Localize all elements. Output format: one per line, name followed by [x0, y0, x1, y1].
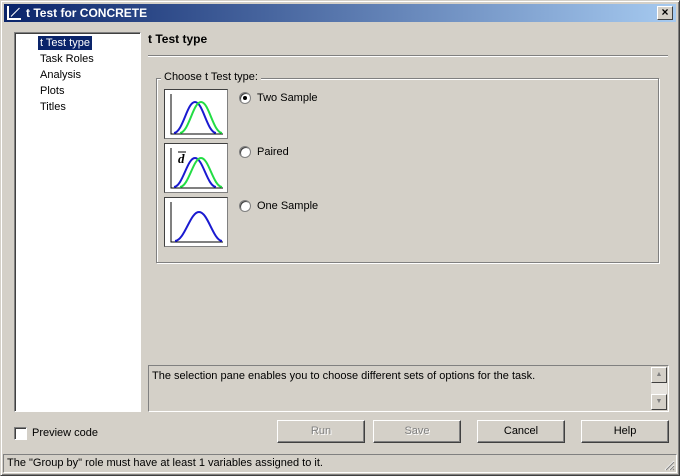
description-scrollbar[interactable]: ▲ ▼ — [651, 367, 667, 410]
scroll-down-arrow-icon[interactable]: ▼ — [651, 394, 667, 410]
two-sample-radio[interactable] — [239, 92, 251, 104]
help-button[interactable]: Help — [581, 420, 669, 443]
two-sample-label: Two Sample — [257, 92, 318, 104]
run-button[interactable]: Run — [277, 420, 365, 443]
section-divider — [148, 55, 668, 57]
preview-code-checkbox[interactable] — [14, 427, 27, 440]
nav-item-task-roles[interactable]: Task Roles — [38, 52, 96, 66]
test-type-groupbox — [156, 78, 659, 263]
nav-item-titles[interactable]: Titles — [38, 100, 68, 114]
paired-label: Paired — [257, 146, 289, 158]
resize-grip-icon[interactable] — [663, 459, 675, 471]
description-text: The selection pane enables you to choose… — [152, 370, 536, 382]
preview-code-label: Preview code — [32, 427, 99, 439]
save-button[interactable]: Save — [373, 420, 461, 443]
two-sample-distribution-icon[interactable] — [164, 89, 228, 139]
paired-distribution-icon[interactable]: d — [164, 143, 228, 193]
window-title: t Test for CONCRETE — [26, 6, 148, 20]
one-sample-radio[interactable] — [239, 200, 251, 212]
nav-item-plots[interactable]: Plots — [38, 84, 66, 98]
nav-item-analysis[interactable]: Analysis — [38, 68, 83, 82]
section-title: t Test type — [148, 32, 208, 46]
task-nav-pane: t Test type Task Roles Analysis Plots Ti… — [14, 32, 141, 412]
dialog-window: t Test for CONCRETE × t Test type Task R… — [0, 0, 680, 476]
description-pane[interactable]: The selection pane enables you to choose… — [148, 365, 669, 412]
scroll-up-arrow-icon[interactable]: ▲ — [651, 367, 667, 383]
one-sample-distribution-icon[interactable] — [164, 197, 228, 247]
paired-radio[interactable] — [239, 146, 251, 158]
one-sample-label: One Sample — [257, 200, 319, 212]
cancel-button[interactable]: Cancel — [477, 420, 565, 443]
group-label: Choose t Test type: — [161, 71, 261, 83]
title-bar[interactable]: t Test for CONCRETE × — [4, 4, 676, 22]
nav-item-t-test-type[interactable]: t Test type — [38, 36, 92, 50]
status-text: The "Group by" role must have at least 1… — [7, 457, 323, 469]
close-button[interactable]: × — [657, 6, 673, 20]
app-icon — [7, 6, 21, 20]
status-bar: The "Group by" role must have at least 1… — [3, 454, 677, 473]
paired-d-symbol: d — [178, 151, 185, 166]
